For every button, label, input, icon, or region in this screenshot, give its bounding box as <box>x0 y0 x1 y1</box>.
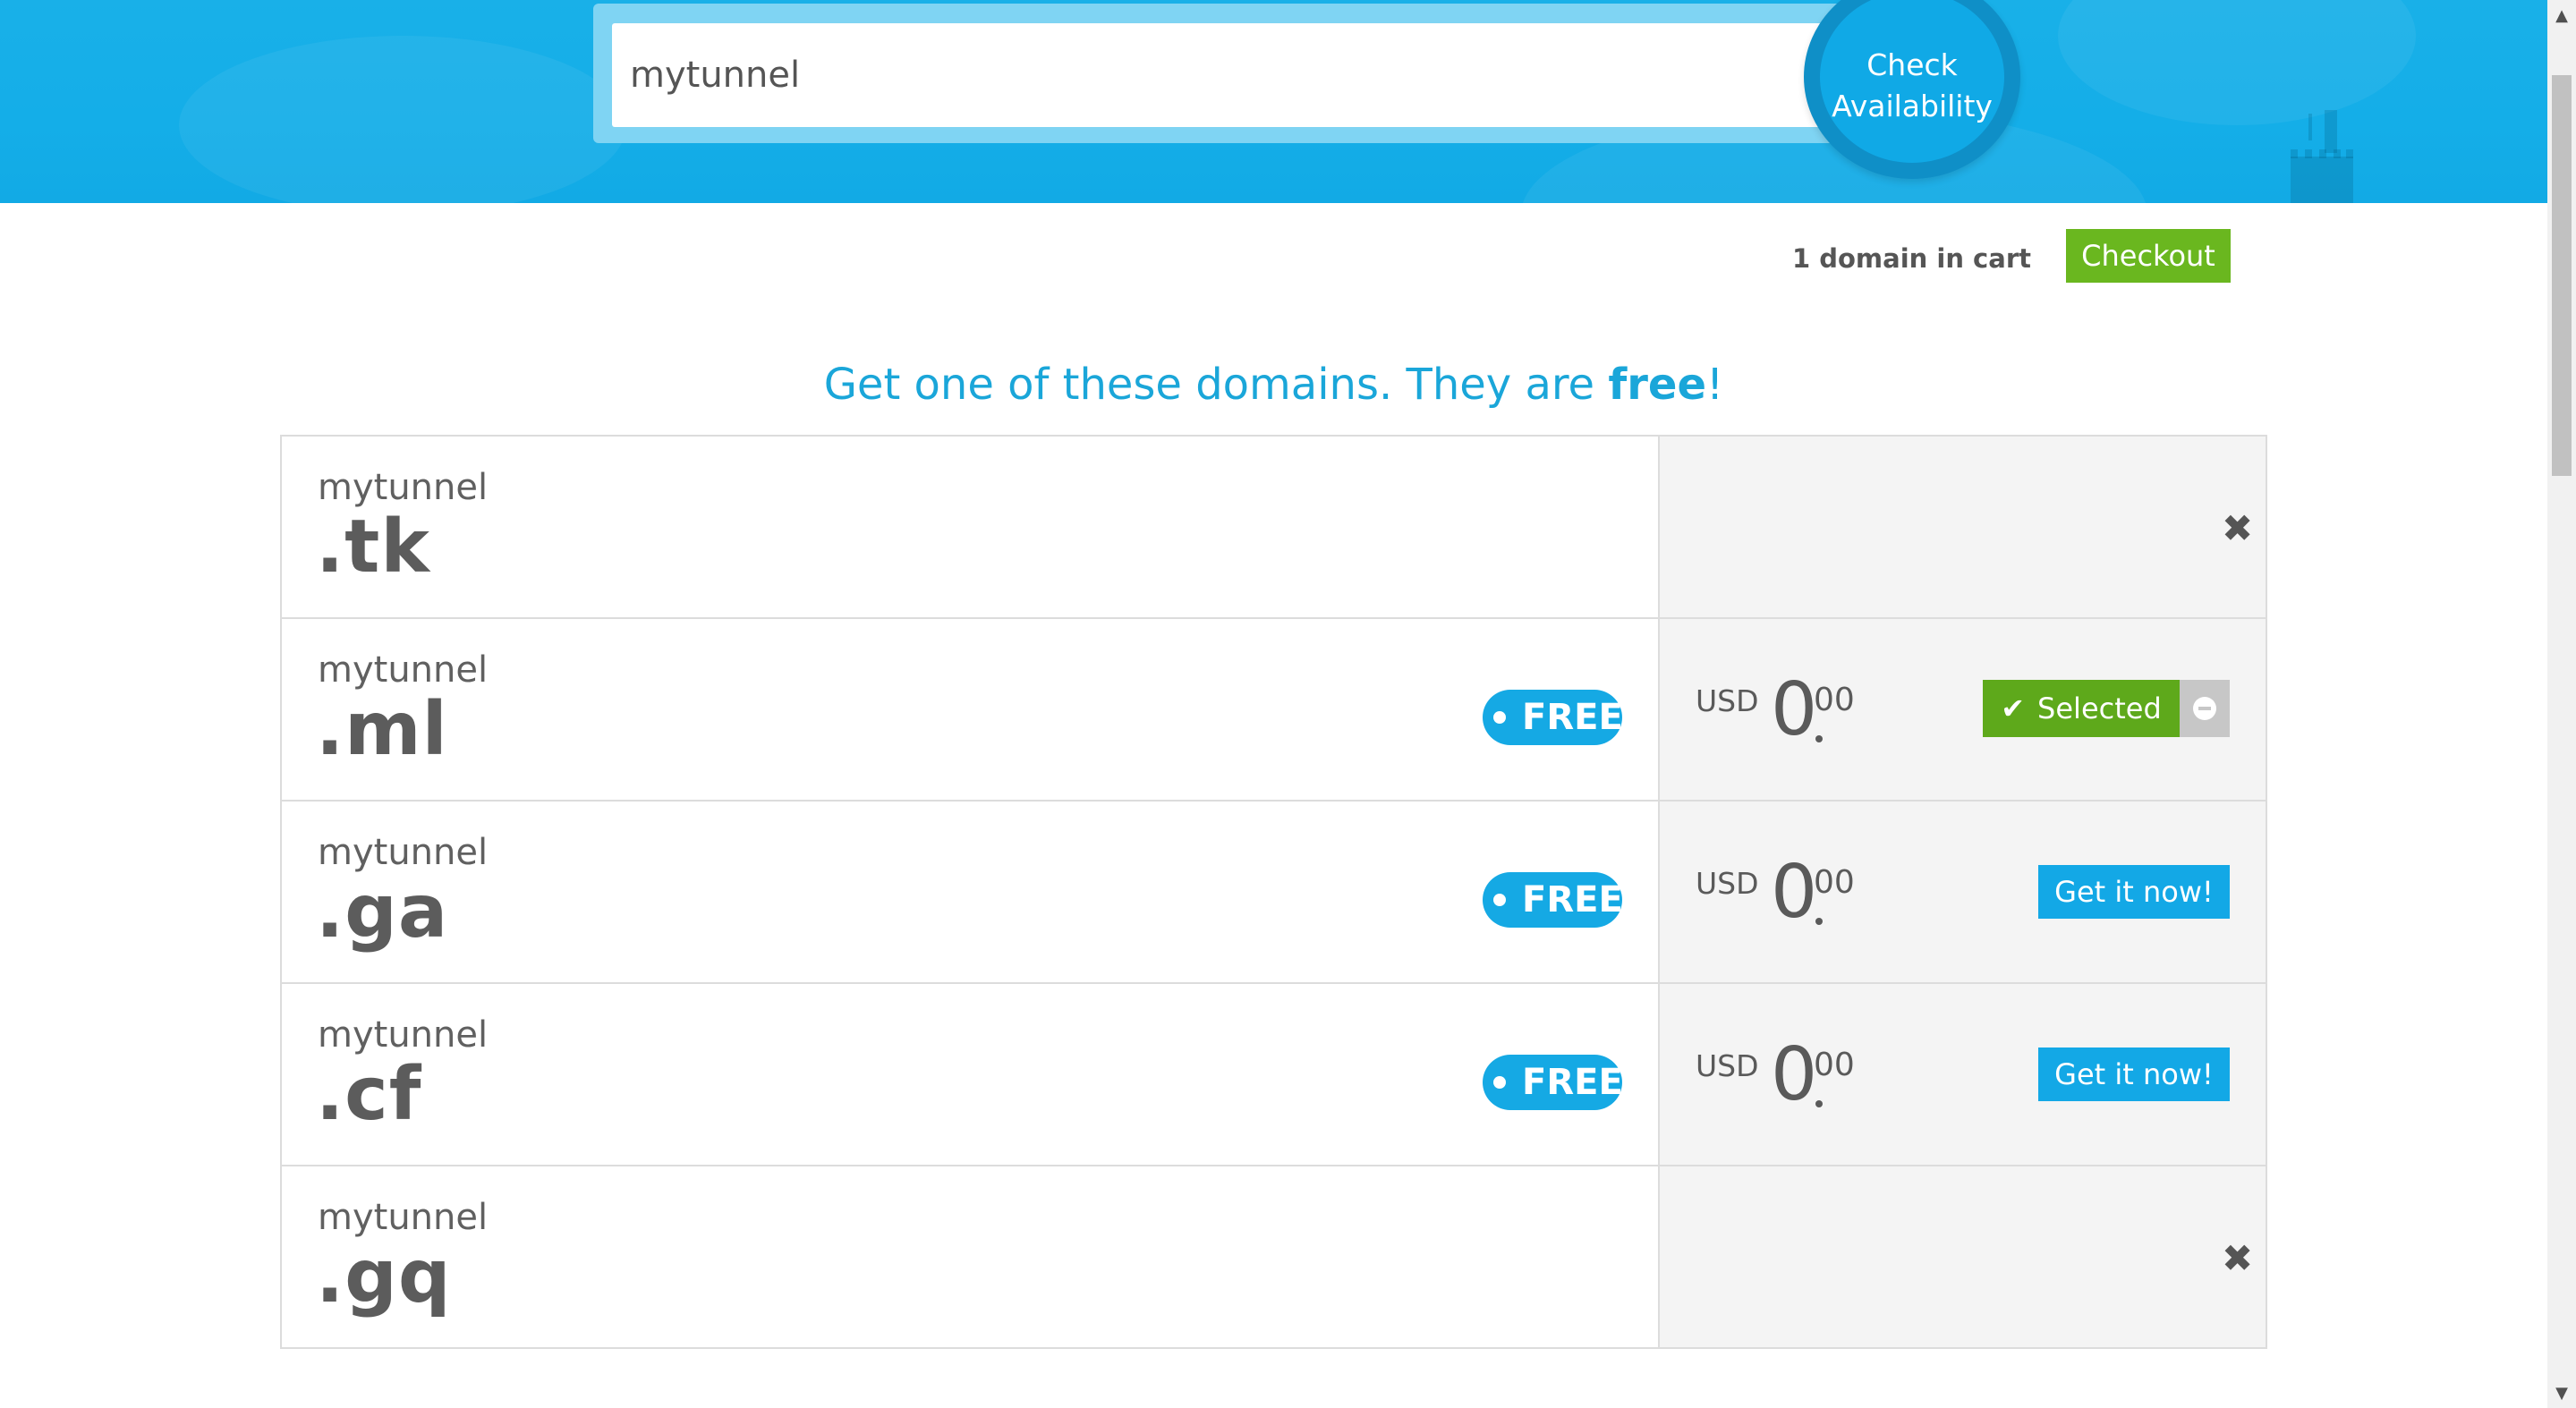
price-decimal-point <box>1815 918 1823 925</box>
free-badge: FREE <box>1483 1055 1623 1110</box>
promo-heading: Get one of these domains. They are free! <box>0 360 2547 410</box>
bullet-icon <box>1493 711 1506 724</box>
price-decimal: 00 <box>1814 864 1855 901</box>
free-badge: FREE <box>1483 690 1623 745</box>
price-integer: 0 <box>1771 1032 1818 1117</box>
scrollbar-thumb[interactable] <box>2552 75 2572 476</box>
check-availability-label-line1: Check <box>1866 47 1958 82</box>
domain-tld: .cf <box>316 1052 422 1137</box>
search-hero: Check Availability <box>0 0 2547 203</box>
domain-row: mytunnel .gq ✖ <box>282 1166 2266 1347</box>
domain-row: mytunnel .ga FREE USD 0 00 <box>282 802 2266 984</box>
price-decimal: 00 <box>1814 1047 1855 1083</box>
domain-price-cell: ✖ <box>1658 1166 2266 1347</box>
price-decimal-point <box>1815 735 1823 742</box>
promo-suffix: ! <box>1706 360 1724 410</box>
close-icon: ✖ <box>2222 506 2254 550</box>
domain-tld: .tk <box>316 505 430 589</box>
selected-button[interactable]: ✔ Selected <box>1983 680 2180 737</box>
bullet-icon <box>1493 894 1506 906</box>
free-badge-label: FREE <box>1522 697 1623 738</box>
free-badge-label: FREE <box>1522 879 1623 920</box>
domain-sld: mytunnel <box>318 467 489 508</box>
check-availability-label-line2: Availability <box>1832 89 1993 123</box>
domain-price-cell: ✖ <box>1658 437 2266 617</box>
domain-row: mytunnel .cf FREE USD 0 00 <box>282 984 2266 1166</box>
search-box <box>593 4 1865 143</box>
domain-sld: mytunnel <box>318 1197 489 1238</box>
domain-name-cell: mytunnel .ga FREE <box>282 802 1658 982</box>
cart-count: 1 domain in cart <box>1791 243 2031 274</box>
scroll-up-arrow-icon[interactable]: ▲ <box>2547 0 2576 30</box>
minus-circle-icon <box>2193 697 2216 720</box>
vertical-scrollbar[interactable]: ▲ ▼ <box>2547 0 2576 1408</box>
domain-name-cell: mytunnel .cf FREE <box>282 984 1658 1165</box>
price-currency: USD <box>1696 683 1759 718</box>
checkout-button[interactable]: Checkout <box>2066 229 2231 283</box>
price-integer: 0 <box>1771 850 1818 935</box>
free-badge: FREE <box>1483 872 1623 928</box>
domain-sld: mytunnel <box>318 649 489 691</box>
selected-button-label: Selected <box>2037 691 2162 725</box>
page: Check Availability 1 domain in cart Chec… <box>0 0 2547 1408</box>
bullet-icon <box>1493 1076 1506 1089</box>
domain-name-cell: mytunnel .ml FREE <box>282 619 1658 800</box>
price-currency: USD <box>1696 1048 1759 1083</box>
domain-row: mytunnel .tk ✖ <box>282 437 2266 619</box>
domain-row: mytunnel .ml FREE USD 0 00 <box>282 619 2266 802</box>
price-currency: USD <box>1696 866 1759 901</box>
scroll-down-arrow-icon[interactable]: ▼ <box>2547 1378 2576 1408</box>
get-it-now-button-ga[interactable]: Get it now! <box>2038 865 2230 919</box>
check-icon: ✔ <box>2001 691 2026 725</box>
promo-text: Get one of these domains. They are <box>823 360 1609 410</box>
domain-search-input[interactable] <box>612 23 1865 127</box>
domain-name-cell: mytunnel .tk <box>282 437 1658 617</box>
domain-results-table: mytunnel .tk ✖ mytunnel .ml FREE USD 0 0… <box>280 435 2267 1349</box>
selected-domain-control: ✔ Selected <box>1983 680 2230 737</box>
price-decimal-point <box>1815 1100 1823 1107</box>
castle-icon <box>2291 110 2353 203</box>
domain-name-cell: mytunnel .gq <box>282 1166 1658 1347</box>
domain-sld: mytunnel <box>318 832 489 873</box>
domain-tld: .gq <box>316 1234 452 1319</box>
remove-from-cart-button[interactable] <box>2180 680 2230 737</box>
promo-emphasis: free <box>1608 360 1706 410</box>
price-decimal: 00 <box>1814 682 1855 718</box>
domain-tld: .ga <box>316 869 449 954</box>
price-integer: 0 <box>1771 667 1818 752</box>
domain-sld: mytunnel <box>318 1014 489 1056</box>
free-badge-label: FREE <box>1522 1062 1623 1103</box>
close-icon: ✖ <box>2222 1236 2254 1280</box>
domain-tld: .ml <box>316 687 448 772</box>
get-it-now-button-cf[interactable]: Get it now! <box>2038 1048 2230 1101</box>
